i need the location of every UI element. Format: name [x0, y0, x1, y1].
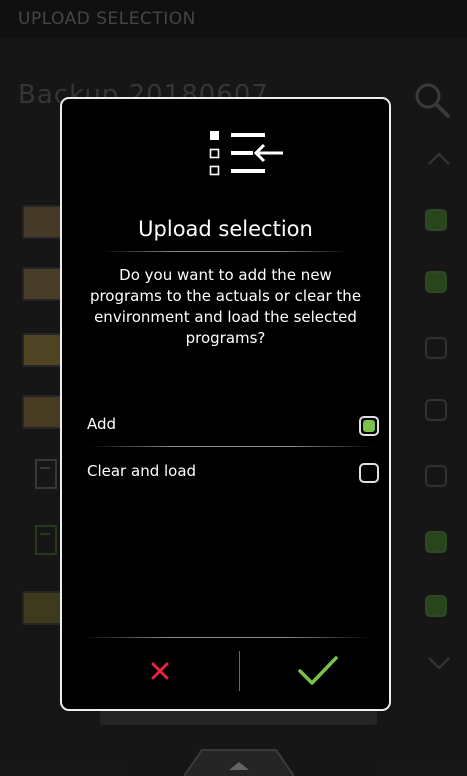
- option-divider: [87, 446, 377, 447]
- check-icon: [298, 656, 338, 685]
- dialog-actions: [62, 641, 389, 709]
- actions-divider: [82, 637, 372, 638]
- option-clear-and-load-label: Clear and load: [87, 462, 197, 480]
- option-clear-and-load[interactable]: Clear and load: [87, 456, 387, 488]
- option-add-label: Add: [87, 415, 117, 433]
- list-upload-icon: [209, 131, 283, 176]
- dialog-title: Upload selection: [138, 217, 313, 241]
- actions-separator: [239, 651, 240, 691]
- option-clear-and-load-checkbox[interactable]: [359, 463, 379, 483]
- upload-selection-dialog: Upload selection Do you want to add the …: [60, 97, 391, 711]
- option-add-checkbox[interactable]: [359, 416, 379, 436]
- dialog-message: Do you want to add the new programs to t…: [89, 266, 362, 347]
- option-add[interactable]: Add: [87, 409, 387, 441]
- close-icon: [151, 662, 169, 680]
- cancel-button[interactable]: [80, 641, 240, 709]
- confirm-button[interactable]: [242, 641, 402, 709]
- title-divider: [102, 251, 349, 252]
